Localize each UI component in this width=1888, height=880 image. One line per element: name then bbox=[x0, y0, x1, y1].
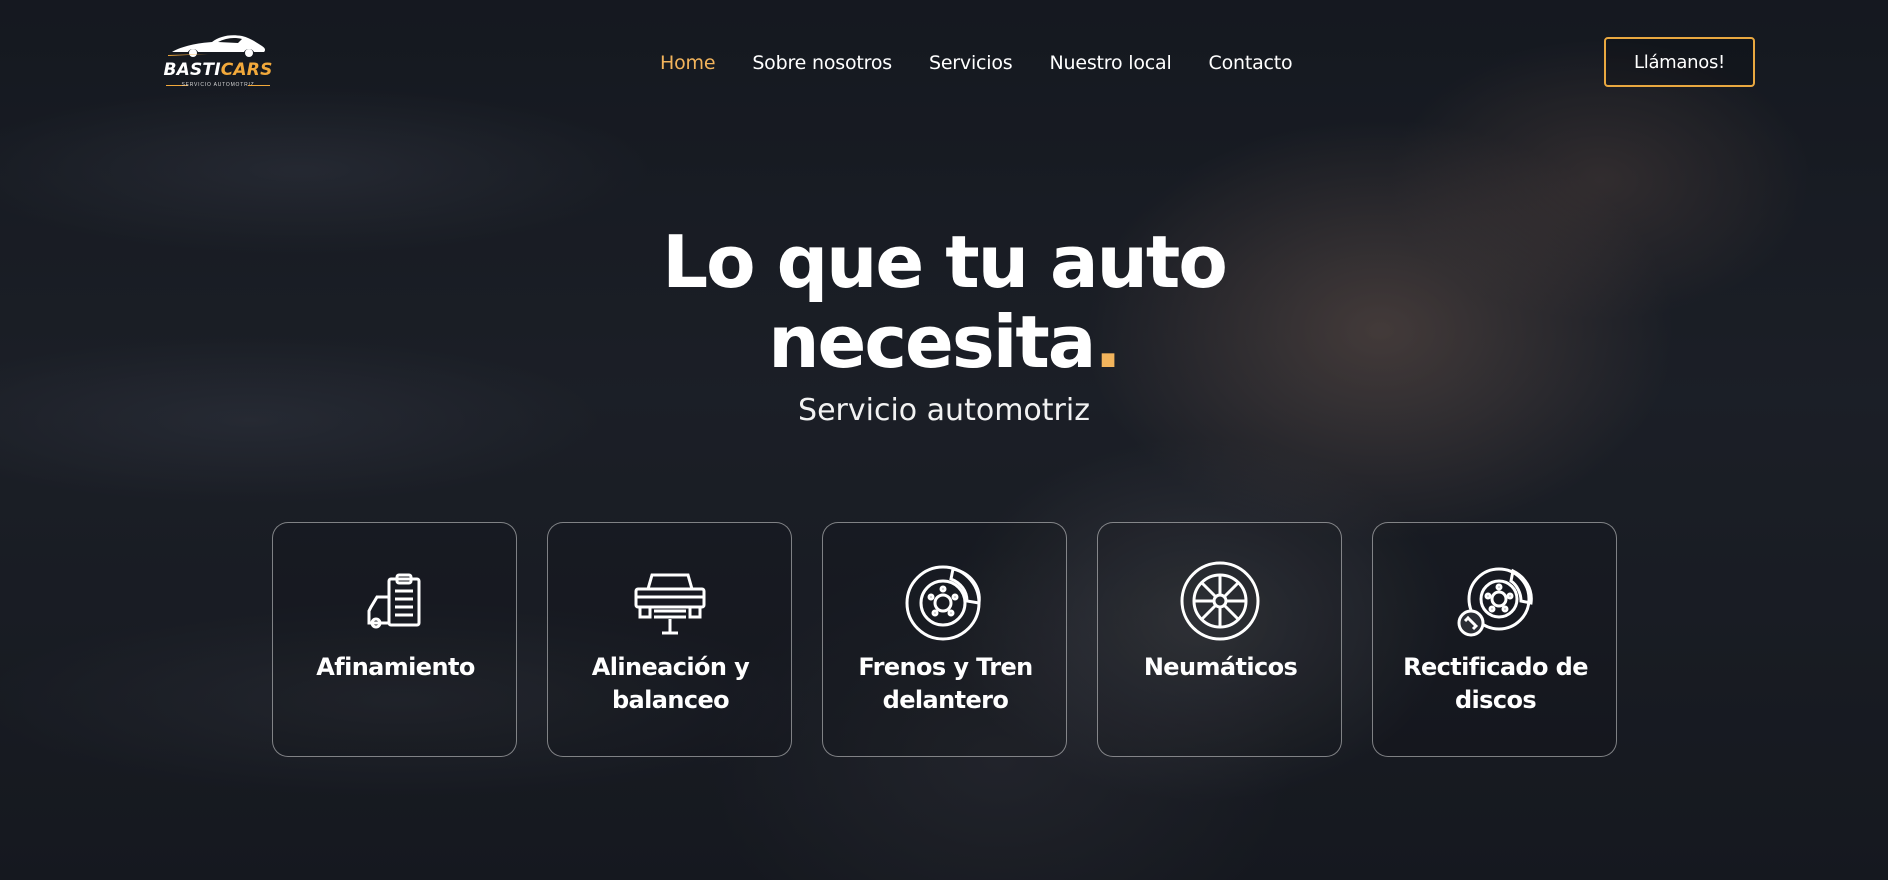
service-label: Afinamiento bbox=[316, 653, 475, 681]
nav-item-sobre-nosotros[interactable]: Sobre nosotros bbox=[752, 52, 892, 74]
main-navigation: Home Sobre nosotros Servicios Nuestro lo… bbox=[660, 50, 1293, 76]
brand-logo[interactable]: BASTICARS SERVICIO AUTOMOTRIZ bbox=[162, 32, 274, 92]
call-us-button[interactable]: Llámanos! bbox=[1604, 37, 1755, 87]
brand-name: BASTICARS bbox=[163, 60, 273, 80]
nav-item-servicios[interactable]: Servicios bbox=[929, 52, 1013, 74]
hero-subtitle: Servicio automotriz bbox=[798, 393, 1090, 428]
car-checklist-icon bbox=[367, 573, 421, 629]
service-card-alineacion[interactable]: Alineación y balanceo bbox=[547, 522, 792, 757]
site-header: BASTICARS SERVICIO AUTOMOTRIZ Home Sobre… bbox=[0, 0, 1888, 125]
disc-wrench-icon bbox=[1457, 567, 1533, 637]
service-card-rectificado[interactable]: Rectificado de discos bbox=[1372, 522, 1617, 757]
service-label: Neumáticos bbox=[1143, 653, 1298, 681]
sports-car-icon bbox=[168, 35, 266, 57]
hero-title-line2: necesita bbox=[768, 300, 1096, 384]
tire-wheel-icon bbox=[1180, 561, 1260, 641]
service-label: Frenos y Tren delantero bbox=[858, 653, 1033, 714]
service-label: Alineación y balanceo bbox=[591, 653, 750, 714]
service-label: Rectificado de discos bbox=[1403, 653, 1588, 714]
hero-title: Lo que tu auto necesita. bbox=[0, 222, 1888, 382]
service-card-frenos[interactable]: Frenos y Tren delantero bbox=[822, 522, 1067, 757]
hero-title-dot: . bbox=[1094, 300, 1121, 384]
hero-title-line1: Lo que tu auto bbox=[662, 220, 1228, 304]
service-card-neumaticos[interactable]: Neumáticos bbox=[1097, 522, 1342, 757]
tagline-divider-right bbox=[248, 85, 270, 86]
nav-item-nuestro-local[interactable]: Nuestro local bbox=[1050, 52, 1172, 74]
services-list: Afinamiento Alineación y balanceo Frenos… bbox=[272, 522, 1617, 757]
nav-item-home[interactable]: Home bbox=[660, 52, 716, 74]
car-lift-icon bbox=[634, 573, 706, 635]
service-card-afinamiento[interactable]: Afinamiento bbox=[272, 522, 517, 757]
nav-item-contacto[interactable]: Contacto bbox=[1209, 52, 1293, 74]
brake-disc-icon bbox=[905, 565, 981, 641]
